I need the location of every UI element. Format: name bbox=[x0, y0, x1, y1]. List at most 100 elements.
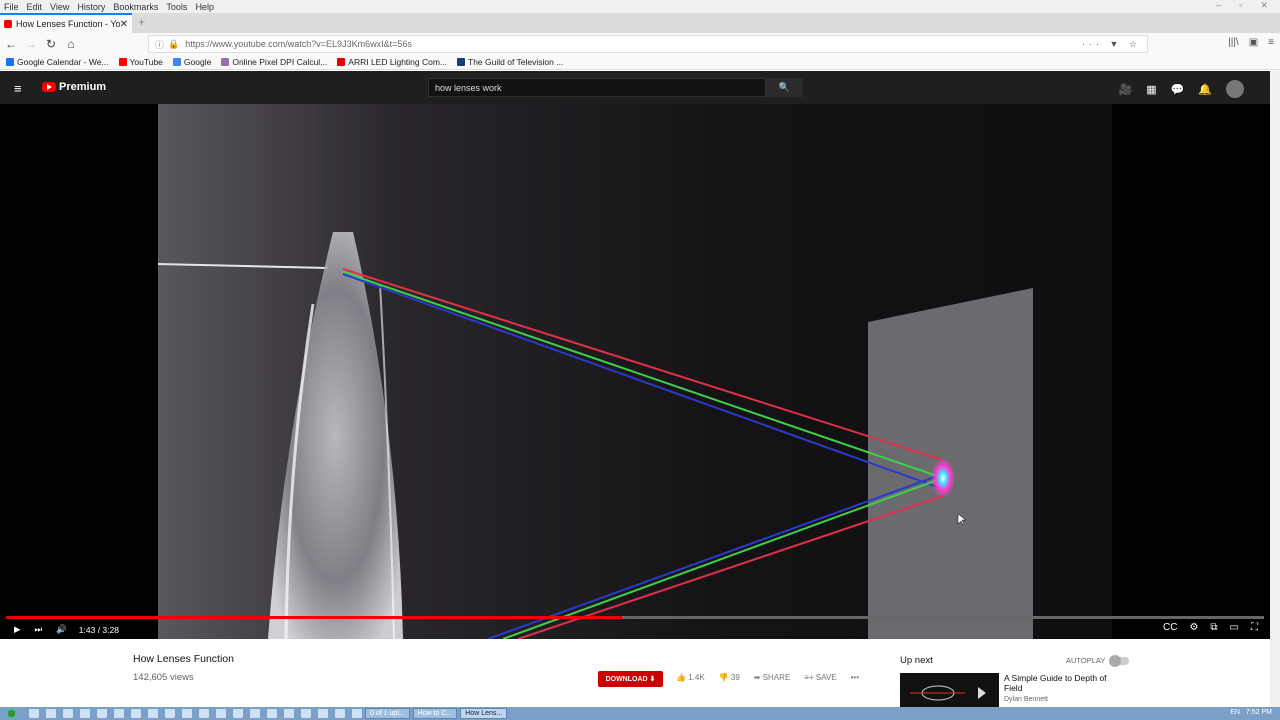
recommended-title[interactable]: A Simple Guide to Depth of Field bbox=[1004, 673, 1124, 693]
download-button[interactable]: DOWNLOAD ⬇ bbox=[598, 671, 663, 687]
menu-file[interactable]: File bbox=[4, 2, 19, 12]
library-icon[interactable]: |||\ bbox=[1228, 37, 1239, 48]
bookmark-item[interactable]: Google bbox=[172, 57, 212, 67]
taskbar-app-icon-7[interactable] bbox=[131, 709, 141, 718]
more-actions-button[interactable]: ••• bbox=[851, 673, 859, 682]
taskbar-task-howto[interactable]: How to C... bbox=[412, 708, 458, 719]
create-video-icon[interactable]: 🎥 bbox=[1118, 83, 1132, 96]
fullscreen-icon[interactable]: ⛶ bbox=[1251, 622, 1258, 633]
page-scrollbar[interactable] bbox=[1270, 71, 1280, 707]
save-button[interactable]: ≡+ SAVE bbox=[804, 673, 836, 682]
taskbar-app-icon-3[interactable] bbox=[63, 709, 73, 718]
back-button[interactable]: ← bbox=[2, 37, 20, 51]
taskbar-app-icon-19[interactable] bbox=[335, 709, 345, 718]
recommended-channel[interactable]: Dylan Bennett bbox=[1004, 696, 1048, 703]
youtube-logo[interactable]: Premium bbox=[42, 81, 106, 93]
taskbar-app-icon-16[interactable] bbox=[284, 709, 294, 718]
youtube-header: ≡ Premium how lenses work 🔍 🎥 ▦ 💬 🔔 bbox=[0, 71, 1270, 104]
player-controls: ▶ ⏭ 🔊 1:43 / 3:28 CC ⚙ ⧉ ▭ ⛶ bbox=[0, 620, 1270, 639]
menu-bookmarks[interactable]: Bookmarks bbox=[113, 2, 158, 12]
bookmark-label: ARRI LED Lighting Com... bbox=[348, 57, 448, 67]
tab-close-icon[interactable]: ✕ bbox=[120, 19, 128, 30]
video-player[interactable]: ▶ ⏭ 🔊 1:43 / 3:28 CC ⚙ ⧉ ▭ ⛶ bbox=[0, 104, 1270, 639]
taskbar-app-icon-2[interactable] bbox=[46, 709, 56, 718]
menu-history[interactable]: History bbox=[77, 2, 105, 12]
maximize-button[interactable]: ▫ bbox=[1239, 0, 1242, 11]
reload-button[interactable]: ↻ bbox=[42, 37, 60, 51]
apps-grid-icon[interactable]: ▦ bbox=[1146, 83, 1156, 96]
taskbar-app-icon-18[interactable] bbox=[318, 709, 328, 718]
home-button[interactable]: ⌂ bbox=[62, 37, 80, 51]
taskbar-app-icon-1[interactable] bbox=[29, 709, 39, 718]
tab-active[interactable]: How Lenses Function - Yo ✕ bbox=[0, 13, 132, 33]
bookmark-label: Google bbox=[183, 57, 212, 67]
hamburger-menu-icon[interactable]: ≡ bbox=[14, 81, 22, 96]
taskbar-app-icon-13[interactable] bbox=[233, 709, 243, 718]
taskbar-app-icon-11[interactable] bbox=[199, 709, 209, 718]
youtube-play-logo-icon bbox=[42, 82, 56, 92]
dislike-button[interactable]: 👎 39 bbox=[719, 673, 740, 682]
play-button[interactable]: ▶ bbox=[14, 624, 21, 635]
navigation-bar: ← → ↻ ⌂ ⓘ 🔒 https://www.youtube.com/watc… bbox=[0, 33, 1280, 55]
taskbar-app-icon-15[interactable] bbox=[267, 709, 277, 718]
taskbar-app-icon-8[interactable] bbox=[148, 709, 158, 718]
messages-icon[interactable]: 💬 bbox=[1171, 83, 1185, 96]
save-playlist-icon: ≡+ bbox=[804, 673, 814, 682]
close-window-button[interactable]: ✕ bbox=[1260, 0, 1268, 11]
start-button[interactable] bbox=[0, 707, 22, 720]
taskbar-app-icon-9[interactable] bbox=[165, 709, 175, 718]
site-info-icon[interactable]: ⓘ bbox=[155, 38, 164, 51]
language-indicator[interactable]: EN bbox=[1230, 709, 1240, 716]
taskbar-app-icon-14[interactable] bbox=[250, 709, 260, 718]
bookmark-item[interactable]: The Guild of Television ... bbox=[457, 57, 563, 67]
theater-mode-icon[interactable]: ▭ bbox=[1230, 622, 1239, 633]
next-button[interactable]: ⏭ bbox=[35, 624, 43, 635]
settings-gear-icon[interactable]: ⚙ bbox=[1189, 622, 1198, 633]
thumbnail-art bbox=[900, 673, 999, 707]
menu-edit[interactable]: Edit bbox=[27, 2, 43, 12]
url-text[interactable]: https://www.youtube.com/watch?v=EL9J3Km6… bbox=[185, 39, 412, 49]
search-button[interactable]: 🔍 bbox=[766, 78, 803, 97]
player-controls-right: CC ⚙ ⧉ ▭ ⛶ bbox=[1163, 622, 1258, 633]
share-icon: ➦ bbox=[753, 673, 761, 682]
page-actions[interactable]: ··· ▼ ☆ bbox=[1082, 39, 1141, 50]
video-frame[interactable] bbox=[157, 104, 1112, 639]
notifications-bell-icon[interactable]: 🔔 bbox=[1198, 83, 1212, 96]
search-input[interactable]: how lenses work bbox=[428, 78, 766, 97]
taskbar-app-icon-17[interactable] bbox=[301, 709, 311, 718]
new-tab-button[interactable]: + bbox=[138, 15, 145, 29]
minimize-button[interactable]: – bbox=[1216, 0, 1221, 11]
bookmark-item[interactable]: YouTube bbox=[118, 57, 163, 67]
bookmark-item[interactable]: Online Pixel DPI Calcul... bbox=[221, 57, 327, 67]
bookmark-item[interactable]: Google Calendar - We... bbox=[6, 57, 109, 67]
progress-bar[interactable] bbox=[6, 616, 1264, 619]
taskbar-task-lenses[interactable]: How Lens... bbox=[460, 708, 508, 719]
captions-button[interactable]: CC bbox=[1163, 622, 1177, 633]
recommended-thumbnail[interactable] bbox=[900, 673, 999, 707]
menu-view[interactable]: View bbox=[50, 2, 69, 12]
bookmark-item[interactable]: ARRI LED Lighting Com... bbox=[337, 57, 447, 67]
taskbar-app-icon-10[interactable] bbox=[182, 709, 192, 718]
forward-button[interactable]: → bbox=[22, 37, 40, 51]
app-menu-icon[interactable]: ≡ bbox=[1268, 37, 1274, 48]
taskbar-app-icon-12[interactable] bbox=[216, 709, 226, 718]
time-display: 1:43 / 3:28 bbox=[78, 624, 119, 635]
taskbar-app-icon-4[interactable] bbox=[80, 709, 90, 718]
taskbar-task-upload[interactable]: 0 of 1 upl... bbox=[365, 708, 410, 719]
taskbar-app-icon-6[interactable] bbox=[114, 709, 124, 718]
autoplay-toggle[interactable] bbox=[1109, 654, 1130, 667]
avatar[interactable] bbox=[1226, 80, 1244, 98]
share-button[interactable]: ➦ SHARE bbox=[754, 673, 791, 682]
toolbar-right: |||\ ▣ ≡ bbox=[1228, 37, 1274, 48]
menu-tools[interactable]: Tools bbox=[166, 2, 187, 12]
header-actions: 🎥 ▦ 💬 🔔 bbox=[1118, 80, 1244, 98]
volume-icon[interactable]: 🔊 bbox=[56, 624, 67, 635]
menu-help[interactable]: Help bbox=[195, 2, 214, 12]
sidebar-icon[interactable]: ▣ bbox=[1249, 37, 1258, 48]
taskbar-app-icon-5[interactable] bbox=[97, 709, 107, 718]
clock[interactable]: 7:52 PM bbox=[1246, 709, 1272, 716]
miniplayer-icon[interactable]: ⧉ bbox=[1210, 622, 1217, 633]
url-bar[interactable]: ⓘ 🔒 https://www.youtube.com/watch?v=EL9J… bbox=[148, 35, 1148, 53]
like-button[interactable]: 👍 1.4K bbox=[676, 673, 705, 682]
taskbar-app-icon-20[interactable] bbox=[352, 709, 362, 718]
